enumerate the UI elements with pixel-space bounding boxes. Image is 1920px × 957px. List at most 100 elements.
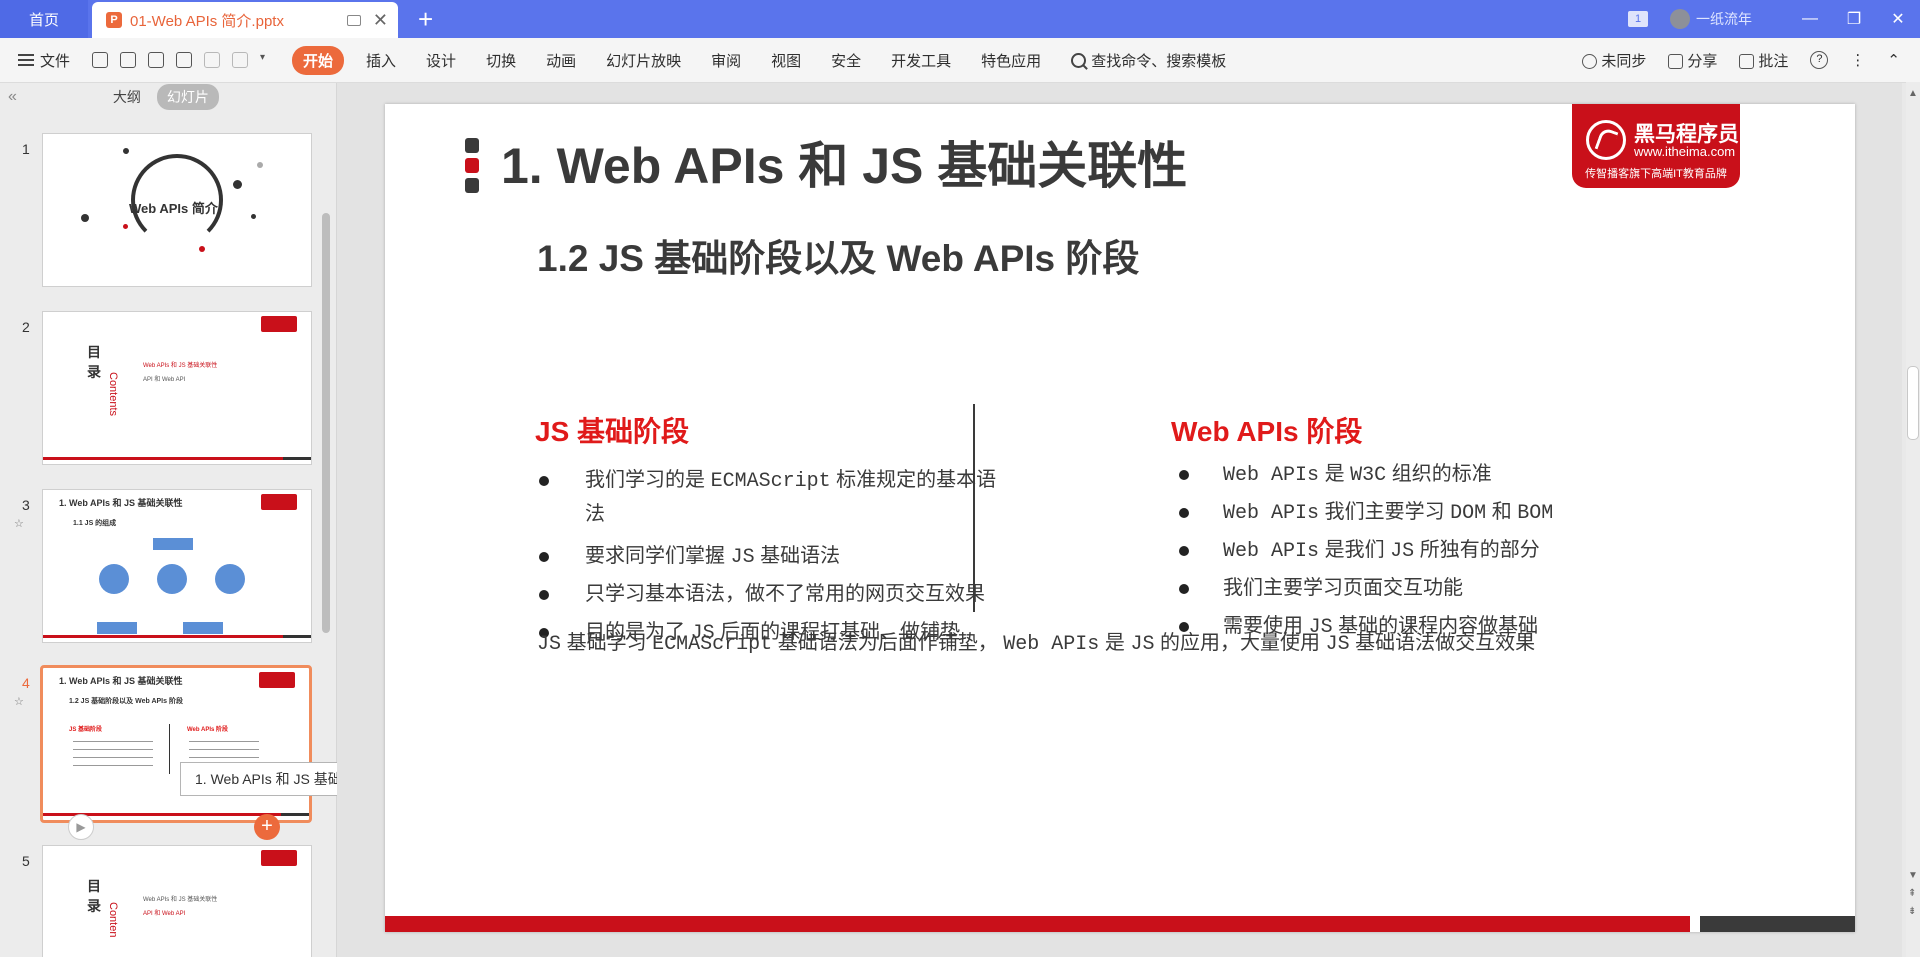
- thumb-title: 目录: [87, 878, 101, 914]
- format-painter-icon[interactable]: [120, 52, 137, 68]
- home-tab[interactable]: 首页: [0, 0, 88, 38]
- thumb-dot: [199, 246, 205, 252]
- list-item[interactable]: 我们学习的是 ECMAScript 标准规定的基本语 法: [539, 464, 1059, 530]
- thumb-item: API 和 Web API: [143, 377, 186, 383]
- tab-home[interactable]: 开始: [292, 45, 345, 75]
- command-search[interactable]: 查找命令、搜索模板: [1071, 50, 1226, 71]
- thumb-divider: [169, 724, 170, 774]
- thumb-item: Web APIs 和 JS 基础关联性: [143, 897, 218, 903]
- slide-thumbnail[interactable]: Web APIs 简介: [42, 133, 312, 287]
- tab-developer[interactable]: 开发工具: [891, 50, 951, 71]
- thumb-shape: [215, 564, 245, 594]
- share-button[interactable]: 分享: [1668, 50, 1717, 71]
- scroll-down-icon[interactable]: ▼: [1908, 870, 1918, 881]
- next-slide-icon[interactable]: ⇟: [1908, 906, 1916, 917]
- tab-outline[interactable]: 大纲: [113, 87, 141, 107]
- undo-icon[interactable]: [204, 52, 221, 68]
- collapse-ribbon-icon[interactable]: ⌃: [1887, 51, 1900, 69]
- thumb-dot: [123, 224, 128, 229]
- avatar[interactable]: [1670, 9, 1690, 29]
- slide[interactable]: 1. Web APIs 和 JS 基础关联性 黑马程序员 www.itheima…: [385, 104, 1855, 932]
- footer-bar-dark: [1700, 916, 1855, 932]
- tab-security[interactable]: 安全: [831, 50, 861, 71]
- text: 我们主要学习: [1319, 501, 1451, 523]
- new-tab-button[interactable]: +: [418, 4, 433, 34]
- list-item[interactable]: Web APIs 是 W3C 组织的标准: [1179, 458, 1779, 492]
- slide-title[interactable]: 1. Web APIs 和 JS 基础关联性: [501, 126, 1187, 198]
- title-marker: [465, 138, 479, 153]
- canvas-scrollbar[interactable]: [1906, 82, 1920, 957]
- text: 基础语法: [754, 545, 841, 567]
- play-icon[interactable]: ▶: [68, 814, 94, 840]
- minimize-icon[interactable]: —: [1788, 10, 1832, 28]
- text: 要求同学们掌握: [585, 545, 731, 567]
- thumb-heading: Web APIs 阶段: [187, 727, 229, 733]
- file-menu[interactable]: 文件: [18, 50, 70, 71]
- sync-status[interactable]: 未同步: [1582, 50, 1646, 71]
- pptx-file-icon: P: [106, 12, 122, 28]
- horse-logo-icon: [1586, 120, 1626, 160]
- close-tab-icon[interactable]: ✕: [373, 10, 388, 31]
- thumb-dot: [233, 180, 242, 189]
- chevron-down-icon[interactable]: ▾: [260, 52, 270, 68]
- slide-thumbnail-selected[interactable]: 1. Web APIs 和 JS 基础关联性 1.2 JS 基础阶段以及 Web…: [40, 665, 312, 823]
- close-window-icon[interactable]: ✕: [1876, 9, 1920, 29]
- comment-button[interactable]: 批注: [1739, 50, 1788, 71]
- add-slide-button[interactable]: +: [254, 814, 280, 840]
- tab-transitions[interactable]: 切换: [486, 50, 516, 71]
- text: 所独有的部分: [1414, 539, 1540, 561]
- tab-animations[interactable]: 动画: [546, 50, 576, 71]
- window-count-badge[interactable]: 1: [1628, 11, 1648, 27]
- help-icon[interactable]: ?: [1810, 51, 1829, 69]
- summary-text[interactable]: JS 基础学习 ECMAScript 基础语法为后面作铺垫， Web APIs …: [537, 626, 1535, 656]
- scroll-up-icon[interactable]: ▲: [1908, 88, 1918, 99]
- quick-access-toolbar: ▾: [92, 52, 270, 68]
- slide-thumbnail[interactable]: 目录 Web APIs 和 JS 基础关联性 API 和 Web API Con…: [42, 845, 312, 957]
- left-column-heading[interactable]: JS 基础阶段: [535, 410, 689, 450]
- prev-slide-icon[interactable]: ⇞: [1908, 888, 1916, 899]
- slides-panel: « 大纲 幻灯片 1 Web APIs 简介 2 目录 Web APIs 和 J…: [0, 83, 337, 957]
- text: 是: [1099, 632, 1131, 654]
- tab-slides[interactable]: 幻灯片: [156, 84, 219, 110]
- tab-view[interactable]: 视图: [771, 50, 801, 71]
- thumb-dot: [81, 214, 89, 222]
- comment-label: 批注: [1758, 52, 1789, 70]
- document-tab[interactable]: P 01-Web APIs 简介.pptx ✕: [92, 2, 398, 38]
- slide-thumbnail[interactable]: 1. Web APIs 和 JS 基础关联性 1.1 JS 的组成: [42, 489, 312, 643]
- more-icon[interactable]: ⋮: [1850, 51, 1865, 69]
- brand-logo: 黑马程序员 www.itheima.com 传智播客旗下高端IT教育品牌: [1572, 104, 1740, 188]
- thumb-bar: [283, 457, 311, 460]
- list-item[interactable]: 只学习基本语法，做不了常用的网页交互效果: [539, 578, 1059, 610]
- text: 是我们: [1319, 539, 1391, 561]
- user-name[interactable]: 一纸流年: [1696, 9, 1752, 29]
- code-text: ECMAScript: [652, 633, 773, 656]
- float-window-icon[interactable]: [346, 14, 361, 26]
- redo-icon[interactable]: [232, 52, 249, 68]
- tab-design[interactable]: 设计: [426, 50, 456, 71]
- slide-subtitle[interactable]: 1.2 JS 基础阶段以及 Web APIs 阶段: [537, 228, 1139, 282]
- slide-thumbnail[interactable]: 目录 Web APIs 和 JS 基础关联性 API 和 Web API Con…: [42, 311, 312, 465]
- thumb-bar: [283, 635, 311, 638]
- code-text: JS: [1325, 633, 1350, 656]
- restore-icon[interactable]: ❐: [1832, 9, 1876, 29]
- tab-slideshow[interactable]: 幻灯片放映: [606, 50, 681, 71]
- canvas-scrollbar-thumb[interactable]: [1907, 366, 1919, 440]
- list-item[interactable]: Web APIs 是我们 JS 所独有的部分: [1179, 534, 1779, 568]
- code-text: JS: [730, 546, 755, 569]
- panel-scrollbar[interactable]: [322, 213, 330, 633]
- text: 是: [1319, 463, 1351, 485]
- right-column-heading[interactable]: Web APIs 阶段: [1171, 410, 1362, 450]
- thumb-shape: [157, 564, 187, 594]
- tab-features[interactable]: 特色应用: [981, 50, 1041, 71]
- list-item[interactable]: 要求同学们掌握 JS 基础语法: [539, 540, 1059, 574]
- print-preview-icon[interactable]: [176, 52, 193, 68]
- ribbon: 文件 ▾ 开始 插入 设计 切换 动画 幻灯片放映 审阅 视图 安全 开发工具 …: [0, 38, 1920, 83]
- thumb-logo: [261, 316, 297, 332]
- list-item[interactable]: Web APIs 我们主要学习 DOM 和 BOM: [1179, 496, 1779, 530]
- collapse-panel-icon[interactable]: «: [8, 88, 17, 106]
- tab-insert[interactable]: 插入: [366, 50, 396, 71]
- save-icon[interactable]: [92, 52, 109, 68]
- print-icon[interactable]: [148, 52, 165, 68]
- tab-review[interactable]: 审阅: [711, 50, 741, 71]
- list-item[interactable]: 我们主要学习页面交互功能: [1179, 572, 1779, 604]
